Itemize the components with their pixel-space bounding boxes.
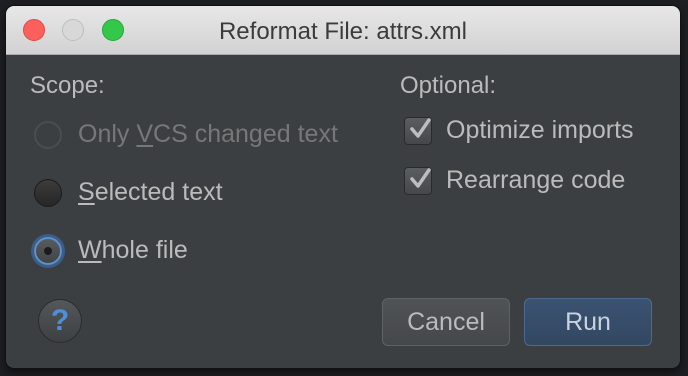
help-button[interactable]: ? bbox=[38, 299, 82, 343]
scope-option-whole-file[interactable]: Whole file bbox=[34, 236, 188, 265]
question-mark-icon: ? bbox=[50, 304, 70, 337]
reformat-file-dialog: Reformat File: attrs.xml Scope: Only VCS… bbox=[6, 6, 680, 368]
checkmark-icon bbox=[410, 117, 431, 138]
scope-label: Scope: bbox=[30, 72, 105, 99]
vcs-changed-radio[interactable] bbox=[34, 120, 62, 149]
optional-label: Optional: bbox=[400, 72, 497, 99]
rearrange-code-checkbox[interactable] bbox=[404, 166, 432, 195]
whole-file-label: Whole file bbox=[78, 236, 188, 264]
scope-option-selected-text[interactable]: Selected text bbox=[34, 178, 223, 207]
radio-dot-icon bbox=[44, 246, 52, 255]
title-bar: Reformat File: attrs.xml bbox=[6, 6, 680, 55]
checkmark-icon bbox=[410, 167, 431, 188]
run-button[interactable]: Run bbox=[524, 298, 652, 346]
rearrange-code-option[interactable]: Rearrange code bbox=[404, 166, 625, 195]
rearrange-code-label: Rearrange code bbox=[446, 166, 626, 194]
selected-text-radio[interactable] bbox=[34, 178, 62, 207]
optimize-imports-option[interactable]: Optimize imports bbox=[404, 116, 634, 145]
vcs-changed-label: Only VCS changed text bbox=[78, 120, 338, 148]
whole-file-radio[interactable] bbox=[34, 236, 62, 265]
optimize-imports-label: Optimize imports bbox=[446, 116, 634, 144]
window-title: Reformat File: attrs.xml bbox=[218, 18, 468, 45]
optimize-imports-checkbox[interactable] bbox=[404, 116, 432, 145]
cancel-button[interactable]: Cancel bbox=[382, 298, 510, 346]
selected-text-label: Selected text bbox=[78, 178, 223, 206]
scope-option-vcs-changed[interactable]: Only VCS changed text bbox=[34, 120, 338, 149]
